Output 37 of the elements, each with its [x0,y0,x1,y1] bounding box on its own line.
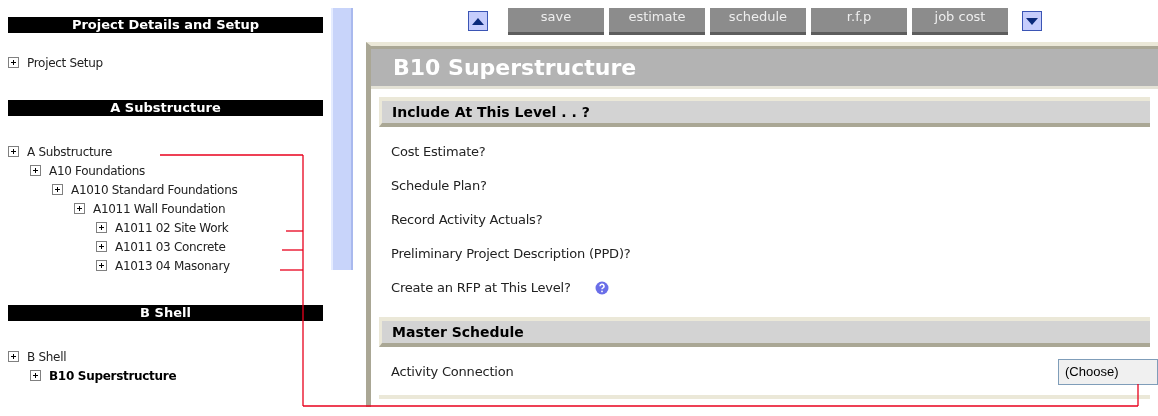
field-label: Create an RFP at This Level? [391,279,571,298]
tree-item[interactable]: A1013 04 Masonary [115,256,230,275]
field-label: Schedule Plan? [391,177,487,196]
sidebar-header: B Shell [8,305,323,321]
tree-item[interactable]: A1011 03 Concrete [115,237,226,256]
scroll-down-icon[interactable] [1022,11,1042,31]
tree-item[interactable]: A1010 Standard Foundations [71,180,238,199]
section-header: Include At This Level . . ? [379,97,1150,127]
field-label: Activity Connection [391,363,514,382]
expand-icon[interactable] [52,184,63,195]
tree-item[interactable]: A Substructure [27,142,113,161]
scrollbar[interactable] [331,8,353,270]
expand-icon[interactable] [30,370,41,381]
expand-icon[interactable] [8,146,19,157]
expand-icon[interactable] [96,222,107,233]
section-header: Master Schedule [379,317,1150,347]
tree-item[interactable]: A10 Foundations [49,161,146,180]
scroll-up-icon[interactable] [468,11,488,31]
expand-icon[interactable] [96,260,107,271]
sidebar-header: A Substructure [8,100,323,116]
expand-icon[interactable] [74,203,85,214]
tree-item[interactable]: B Shell [27,347,67,366]
tree-item[interactable]: B10 Superstructure [49,366,177,385]
field-label: Cost Estimate? [391,143,486,162]
expand-icon[interactable] [30,165,41,176]
panel-title: B10 Superstructure [371,46,1158,89]
expand-icon[interactable] [8,351,19,362]
field-label: Preliminary Project Description (PPD)? [391,245,631,264]
tree-item[interactable]: A1011 02 Site Work [115,218,229,237]
expand-icon[interactable] [96,241,107,252]
sidebar-header: Project Details and Setup [8,17,323,33]
tree-item[interactable]: Project Setup [27,53,103,72]
expand-icon[interactable] [8,57,19,68]
field-label: Record Activity Actuals? [391,211,543,230]
help-icon[interactable] [594,281,609,295]
activity-select[interactable]: (Choose) [1058,359,1158,385]
tree-item[interactable]: A1011 Wall Foundation [93,199,226,218]
